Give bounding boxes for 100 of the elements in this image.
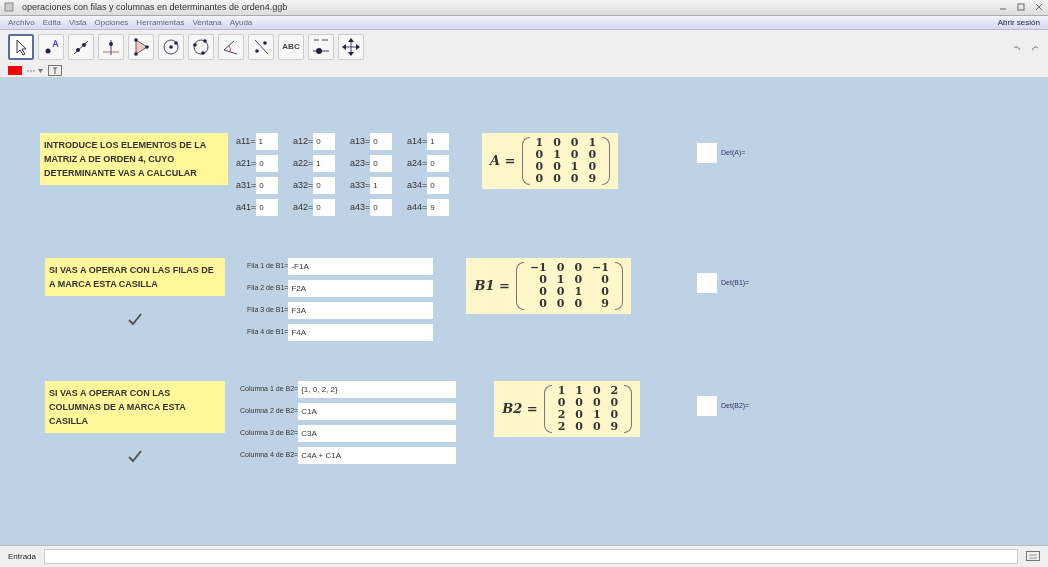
input-field[interactable]: 1 bbox=[427, 133, 450, 150]
matrix-entry: 0 bbox=[556, 298, 565, 310]
input-field[interactable]: 0 bbox=[256, 177, 279, 194]
checkbox[interactable] bbox=[697, 396, 717, 416]
matrix-entry: −1 bbox=[592, 262, 609, 274]
input-field[interactable]: F4A bbox=[288, 324, 434, 341]
matrix-entry: 0 bbox=[556, 286, 565, 298]
text-tool-button[interactable]: ABC bbox=[278, 34, 304, 60]
matrix-entry: 0 bbox=[592, 385, 601, 397]
input-field[interactable]: F2A bbox=[288, 280, 434, 297]
matrix-entry: 0 bbox=[574, 274, 583, 286]
matrix-entry: 0 bbox=[535, 173, 544, 185]
field-label: a13= bbox=[350, 134, 371, 148]
matrix-entry: 2 bbox=[557, 409, 566, 421]
checkbox[interactable] bbox=[697, 273, 717, 293]
matrix-entry: 2 bbox=[610, 385, 619, 397]
input-field[interactable]: 0 bbox=[256, 155, 279, 172]
matrix-entry: 0 bbox=[535, 161, 544, 173]
menu-item[interactable]: Herramientas bbox=[136, 16, 185, 29]
matrix-name: B2 = bbox=[502, 400, 538, 419]
matrix-entry: 0 bbox=[600, 274, 609, 286]
input-field[interactable]: 0 bbox=[313, 177, 336, 194]
matrix-entry: 0 bbox=[553, 137, 561, 149]
input-field[interactable]: 9 bbox=[427, 199, 450, 216]
input-field[interactable]: C3A bbox=[298, 425, 457, 442]
sign-in-link[interactable]: Abrir sesión bbox=[997, 16, 1040, 29]
field-label: a24= bbox=[407, 156, 428, 170]
field-label: a43= bbox=[350, 200, 371, 214]
input-field[interactable]: 0 bbox=[313, 133, 336, 150]
matrix-entry: 0 bbox=[588, 161, 597, 173]
input-field[interactable]: 0 bbox=[427, 177, 450, 194]
instruction-label: SI VAS A OPERAR CON LAS FILAS DE A MARCA ESTA CASILLA bbox=[45, 258, 225, 296]
input-field[interactable] bbox=[44, 549, 1018, 564]
matrix-entry: 1 bbox=[575, 385, 583, 397]
field-label: a23= bbox=[350, 156, 371, 170]
matrix-entry: 0 bbox=[553, 161, 561, 173]
color-swatch[interactable] bbox=[8, 66, 22, 75]
matrix-entry: 0 bbox=[570, 149, 579, 161]
line-style-icon[interactable] bbox=[26, 66, 44, 75]
matrix-entry: 0 bbox=[570, 137, 579, 149]
input-field[interactable]: 0 bbox=[427, 155, 450, 172]
matrix-entry: 1 bbox=[574, 286, 583, 298]
circle-icon bbox=[190, 36, 212, 58]
input-field[interactable]: C1A bbox=[298, 403, 457, 420]
menu-item[interactable]: Ayuda bbox=[229, 16, 253, 29]
menu-item[interactable]: Vista bbox=[68, 16, 87, 29]
checkbox[interactable] bbox=[127, 449, 143, 463]
matrix-entry: 0 bbox=[538, 286, 547, 298]
field-label: a11= bbox=[236, 134, 256, 148]
matrix-entry: 1 bbox=[557, 385, 566, 397]
matrix-entry: 0 bbox=[574, 262, 583, 274]
menu-item[interactable]: Edita bbox=[42, 16, 61, 29]
matrix-entry: 0 bbox=[553, 173, 561, 185]
field-label: a31= bbox=[236, 178, 257, 192]
checkbox[interactable] bbox=[697, 143, 717, 163]
input-label: Entrada bbox=[8, 550, 37, 563]
matrix-entry: 0 bbox=[538, 298, 547, 310]
matrix-entry: 1 bbox=[535, 137, 544, 149]
field-label: a32= bbox=[293, 178, 314, 192]
menu-item[interactable]: Opciones bbox=[94, 16, 129, 29]
input-field[interactable]: 1 bbox=[313, 155, 336, 172]
circle-icon bbox=[160, 36, 182, 58]
matrix-entry: 1 bbox=[592, 409, 601, 421]
menu-item[interactable]: Ventana bbox=[192, 16, 222, 29]
app-icon bbox=[4, 0, 14, 15]
matrix-entry: 0 bbox=[610, 409, 619, 421]
input-field[interactable]: 0 bbox=[313, 199, 336, 216]
input-field[interactable]: 0 bbox=[256, 199, 279, 216]
input-field[interactable]: -F1A bbox=[288, 258, 434, 275]
field-label: a42= bbox=[293, 200, 314, 214]
input-field[interactable]: 1 bbox=[255, 133, 278, 150]
input-field[interactable]: 0 bbox=[370, 199, 393, 216]
keyboard-icon[interactable] bbox=[1026, 550, 1040, 563]
instruction-label: INTRODUCE LOS ELEMENTOS DE LA MATRIZ A DE ORDEN 4, CUYO DETERMINANTE VAS A CALCULAR bbox=[40, 133, 228, 185]
instruction-label: SI VAS A OPERAR CON LAS COLUMNAS DE A MARCA ESTA CASILLA bbox=[45, 381, 225, 433]
matrix-entry: 1 bbox=[570, 161, 579, 173]
checkbox[interactable] bbox=[127, 312, 143, 326]
matrix-entry: 9 bbox=[610, 421, 619, 433]
input-field[interactable]: C4A + C1A bbox=[298, 447, 457, 464]
matrix-entry: 9 bbox=[600, 298, 609, 310]
input-field[interactable]: {1, 0, 2, 2} bbox=[298, 381, 457, 398]
tool-button[interactable] bbox=[8, 34, 34, 60]
input-field[interactable]: F3A bbox=[288, 302, 434, 319]
window-title: operaciones con filas y columnas en determinantes de orden4.ggb bbox=[22, 0, 288, 14]
matrix-entry: 0 bbox=[575, 409, 583, 421]
matrix-entry: 0 bbox=[592, 397, 601, 409]
matrix-entry: 0 bbox=[575, 397, 583, 409]
matrix-name: B1 = bbox=[474, 277, 510, 296]
input-field[interactable]: 0 bbox=[370, 133, 393, 150]
field-label: a22= bbox=[293, 156, 314, 170]
matrix-entry: −1 bbox=[529, 262, 547, 274]
input-field[interactable]: 1 bbox=[370, 177, 393, 194]
matrix-entry: 0 bbox=[538, 274, 547, 286]
matrix-entry: 0 bbox=[592, 421, 601, 433]
input-field[interactable]: 0 bbox=[370, 155, 393, 172]
matrix-name: A = bbox=[490, 152, 516, 171]
label-icon[interactable] bbox=[48, 65, 62, 76]
menu-item[interactable]: Archivo bbox=[8, 16, 35, 29]
field-label: a33= bbox=[350, 178, 371, 192]
matrix-entry: 2 bbox=[557, 421, 566, 433]
